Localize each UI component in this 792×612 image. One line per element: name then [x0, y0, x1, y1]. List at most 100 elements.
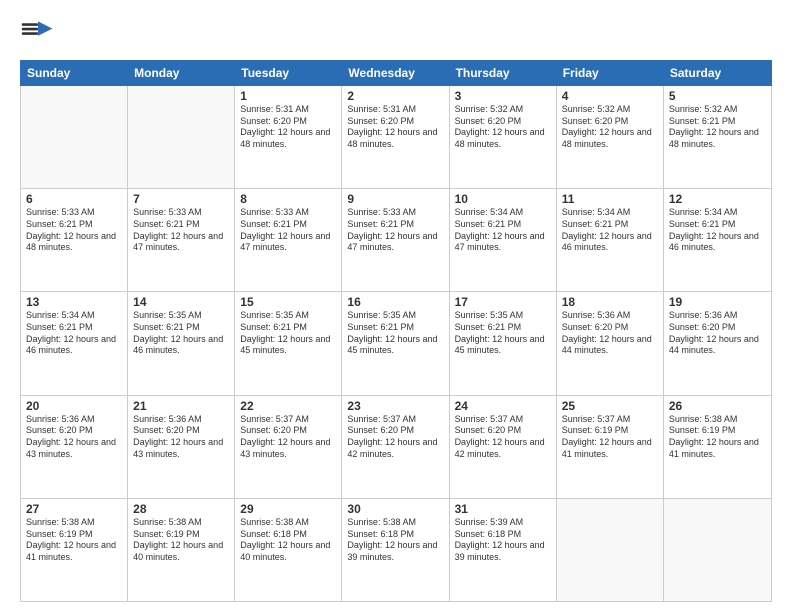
calendar-cell: [664, 499, 771, 601]
sunset-text: Sunset: 6:18 PM: [347, 529, 443, 541]
calendar-cell: 20Sunrise: 5:36 AMSunset: 6:20 PMDayligh…: [21, 396, 128, 498]
calendar-cell: 8Sunrise: 5:33 AMSunset: 6:21 PMDaylight…: [235, 189, 342, 291]
calendar-header: Sunday Monday Tuesday Wednesday Thursday…: [20, 60, 772, 86]
day-number: 11: [562, 192, 658, 206]
sunrise-text: Sunrise: 5:33 AM: [347, 207, 443, 219]
sunrise-text: Sunrise: 5:37 AM: [347, 414, 443, 426]
sunrise-text: Sunrise: 5:34 AM: [669, 207, 766, 219]
calendar-cell: 2Sunrise: 5:31 AMSunset: 6:20 PMDaylight…: [342, 86, 449, 188]
sunset-text: Sunset: 6:21 PM: [240, 322, 336, 334]
daylight-text: Daylight: 12 hours and 47 minutes.: [455, 231, 551, 254]
calendar-cell: 15Sunrise: 5:35 AMSunset: 6:21 PMDayligh…: [235, 292, 342, 394]
day-number: 19: [669, 295, 766, 309]
calendar-cell: 13Sunrise: 5:34 AMSunset: 6:21 PMDayligh…: [21, 292, 128, 394]
sunrise-text: Sunrise: 5:36 AM: [562, 310, 658, 322]
day-number: 22: [240, 399, 336, 413]
sunrise-text: Sunrise: 5:38 AM: [240, 517, 336, 529]
sunset-text: Sunset: 6:21 PM: [347, 322, 443, 334]
sunset-text: Sunset: 6:21 PM: [455, 219, 551, 231]
sunset-text: Sunset: 6:19 PM: [562, 425, 658, 437]
sunset-text: Sunset: 6:20 PM: [26, 425, 122, 437]
day-number: 3: [455, 89, 551, 103]
sunrise-text: Sunrise: 5:39 AM: [455, 517, 551, 529]
day-number: 14: [133, 295, 229, 309]
daylight-text: Daylight: 12 hours and 46 minutes.: [133, 334, 229, 357]
page: Sunday Monday Tuesday Wednesday Thursday…: [0, 0, 792, 612]
sunrise-text: Sunrise: 5:33 AM: [26, 207, 122, 219]
sunset-text: Sunset: 6:20 PM: [240, 425, 336, 437]
sunrise-text: Sunrise: 5:36 AM: [133, 414, 229, 426]
calendar-cell: [128, 86, 235, 188]
day-number: 23: [347, 399, 443, 413]
daylight-text: Daylight: 12 hours and 45 minutes.: [347, 334, 443, 357]
sunset-text: Sunset: 6:19 PM: [669, 425, 766, 437]
daylight-text: Daylight: 12 hours and 46 minutes.: [669, 231, 766, 254]
day-number: 10: [455, 192, 551, 206]
day-number: 30: [347, 502, 443, 516]
daylight-text: Daylight: 12 hours and 43 minutes.: [26, 437, 122, 460]
daylight-text: Daylight: 12 hours and 41 minutes.: [669, 437, 766, 460]
sunrise-text: Sunrise: 5:33 AM: [240, 207, 336, 219]
calendar-cell: 3Sunrise: 5:32 AMSunset: 6:20 PMDaylight…: [450, 86, 557, 188]
day-number: 17: [455, 295, 551, 309]
sunset-text: Sunset: 6:20 PM: [347, 116, 443, 128]
sunrise-text: Sunrise: 5:33 AM: [133, 207, 229, 219]
daylight-text: Daylight: 12 hours and 44 minutes.: [562, 334, 658, 357]
daylight-text: Daylight: 12 hours and 43 minutes.: [133, 437, 229, 460]
day-number: 26: [669, 399, 766, 413]
calendar: Sunday Monday Tuesday Wednesday Thursday…: [20, 60, 772, 602]
sunrise-text: Sunrise: 5:32 AM: [669, 104, 766, 116]
daylight-text: Daylight: 12 hours and 48 minutes.: [562, 127, 658, 150]
daylight-text: Daylight: 12 hours and 45 minutes.: [240, 334, 336, 357]
sunset-text: Sunset: 6:21 PM: [347, 219, 443, 231]
calendar-cell: 30Sunrise: 5:38 AMSunset: 6:18 PMDayligh…: [342, 499, 449, 601]
day-number: 9: [347, 192, 443, 206]
calendar-cell: 22Sunrise: 5:37 AMSunset: 6:20 PMDayligh…: [235, 396, 342, 498]
day-number: 6: [26, 192, 122, 206]
sunset-text: Sunset: 6:18 PM: [240, 529, 336, 541]
day-number: 15: [240, 295, 336, 309]
day-number: 29: [240, 502, 336, 516]
day-number: 27: [26, 502, 122, 516]
calendar-body: 1Sunrise: 5:31 AMSunset: 6:20 PMDaylight…: [20, 86, 772, 602]
sunset-text: Sunset: 6:21 PM: [455, 322, 551, 334]
daylight-text: Daylight: 12 hours and 40 minutes.: [133, 540, 229, 563]
calendar-week-3: 13Sunrise: 5:34 AMSunset: 6:21 PMDayligh…: [21, 292, 771, 395]
calendar-cell: 5Sunrise: 5:32 AMSunset: 6:21 PMDaylight…: [664, 86, 771, 188]
calendar-cell: 31Sunrise: 5:39 AMSunset: 6:18 PMDayligh…: [450, 499, 557, 601]
sunset-text: Sunset: 6:18 PM: [455, 529, 551, 541]
sunset-text: Sunset: 6:20 PM: [240, 116, 336, 128]
sunset-text: Sunset: 6:21 PM: [669, 219, 766, 231]
calendar-cell: 14Sunrise: 5:35 AMSunset: 6:21 PMDayligh…: [128, 292, 235, 394]
day-number: 20: [26, 399, 122, 413]
calendar-cell: 7Sunrise: 5:33 AMSunset: 6:21 PMDaylight…: [128, 189, 235, 291]
daylight-text: Daylight: 12 hours and 39 minutes.: [347, 540, 443, 563]
day-number: 12: [669, 192, 766, 206]
sunrise-text: Sunrise: 5:32 AM: [455, 104, 551, 116]
daylight-text: Daylight: 12 hours and 47 minutes.: [240, 231, 336, 254]
sunset-text: Sunset: 6:20 PM: [562, 116, 658, 128]
daylight-text: Daylight: 12 hours and 45 minutes.: [455, 334, 551, 357]
day-number: 13: [26, 295, 122, 309]
daylight-text: Daylight: 12 hours and 43 minutes.: [240, 437, 336, 460]
header-sunday: Sunday: [21, 61, 128, 85]
day-number: 1: [240, 89, 336, 103]
sunrise-text: Sunrise: 5:34 AM: [562, 207, 658, 219]
header-wednesday: Wednesday: [342, 61, 449, 85]
sunrise-text: Sunrise: 5:38 AM: [669, 414, 766, 426]
day-number: 24: [455, 399, 551, 413]
sunset-text: Sunset: 6:21 PM: [562, 219, 658, 231]
daylight-text: Daylight: 12 hours and 44 minutes.: [669, 334, 766, 357]
sunrise-text: Sunrise: 5:37 AM: [562, 414, 658, 426]
calendar-cell: 26Sunrise: 5:38 AMSunset: 6:19 PMDayligh…: [664, 396, 771, 498]
daylight-text: Daylight: 12 hours and 40 minutes.: [240, 540, 336, 563]
sunrise-text: Sunrise: 5:38 AM: [133, 517, 229, 529]
daylight-text: Daylight: 12 hours and 47 minutes.: [347, 231, 443, 254]
calendar-cell: 11Sunrise: 5:34 AMSunset: 6:21 PMDayligh…: [557, 189, 664, 291]
daylight-text: Daylight: 12 hours and 46 minutes.: [562, 231, 658, 254]
calendar-week-4: 20Sunrise: 5:36 AMSunset: 6:20 PMDayligh…: [21, 396, 771, 499]
daylight-text: Daylight: 12 hours and 46 minutes.: [26, 334, 122, 357]
calendar-cell: [21, 86, 128, 188]
header-thursday: Thursday: [450, 61, 557, 85]
sunset-text: Sunset: 6:19 PM: [26, 529, 122, 541]
